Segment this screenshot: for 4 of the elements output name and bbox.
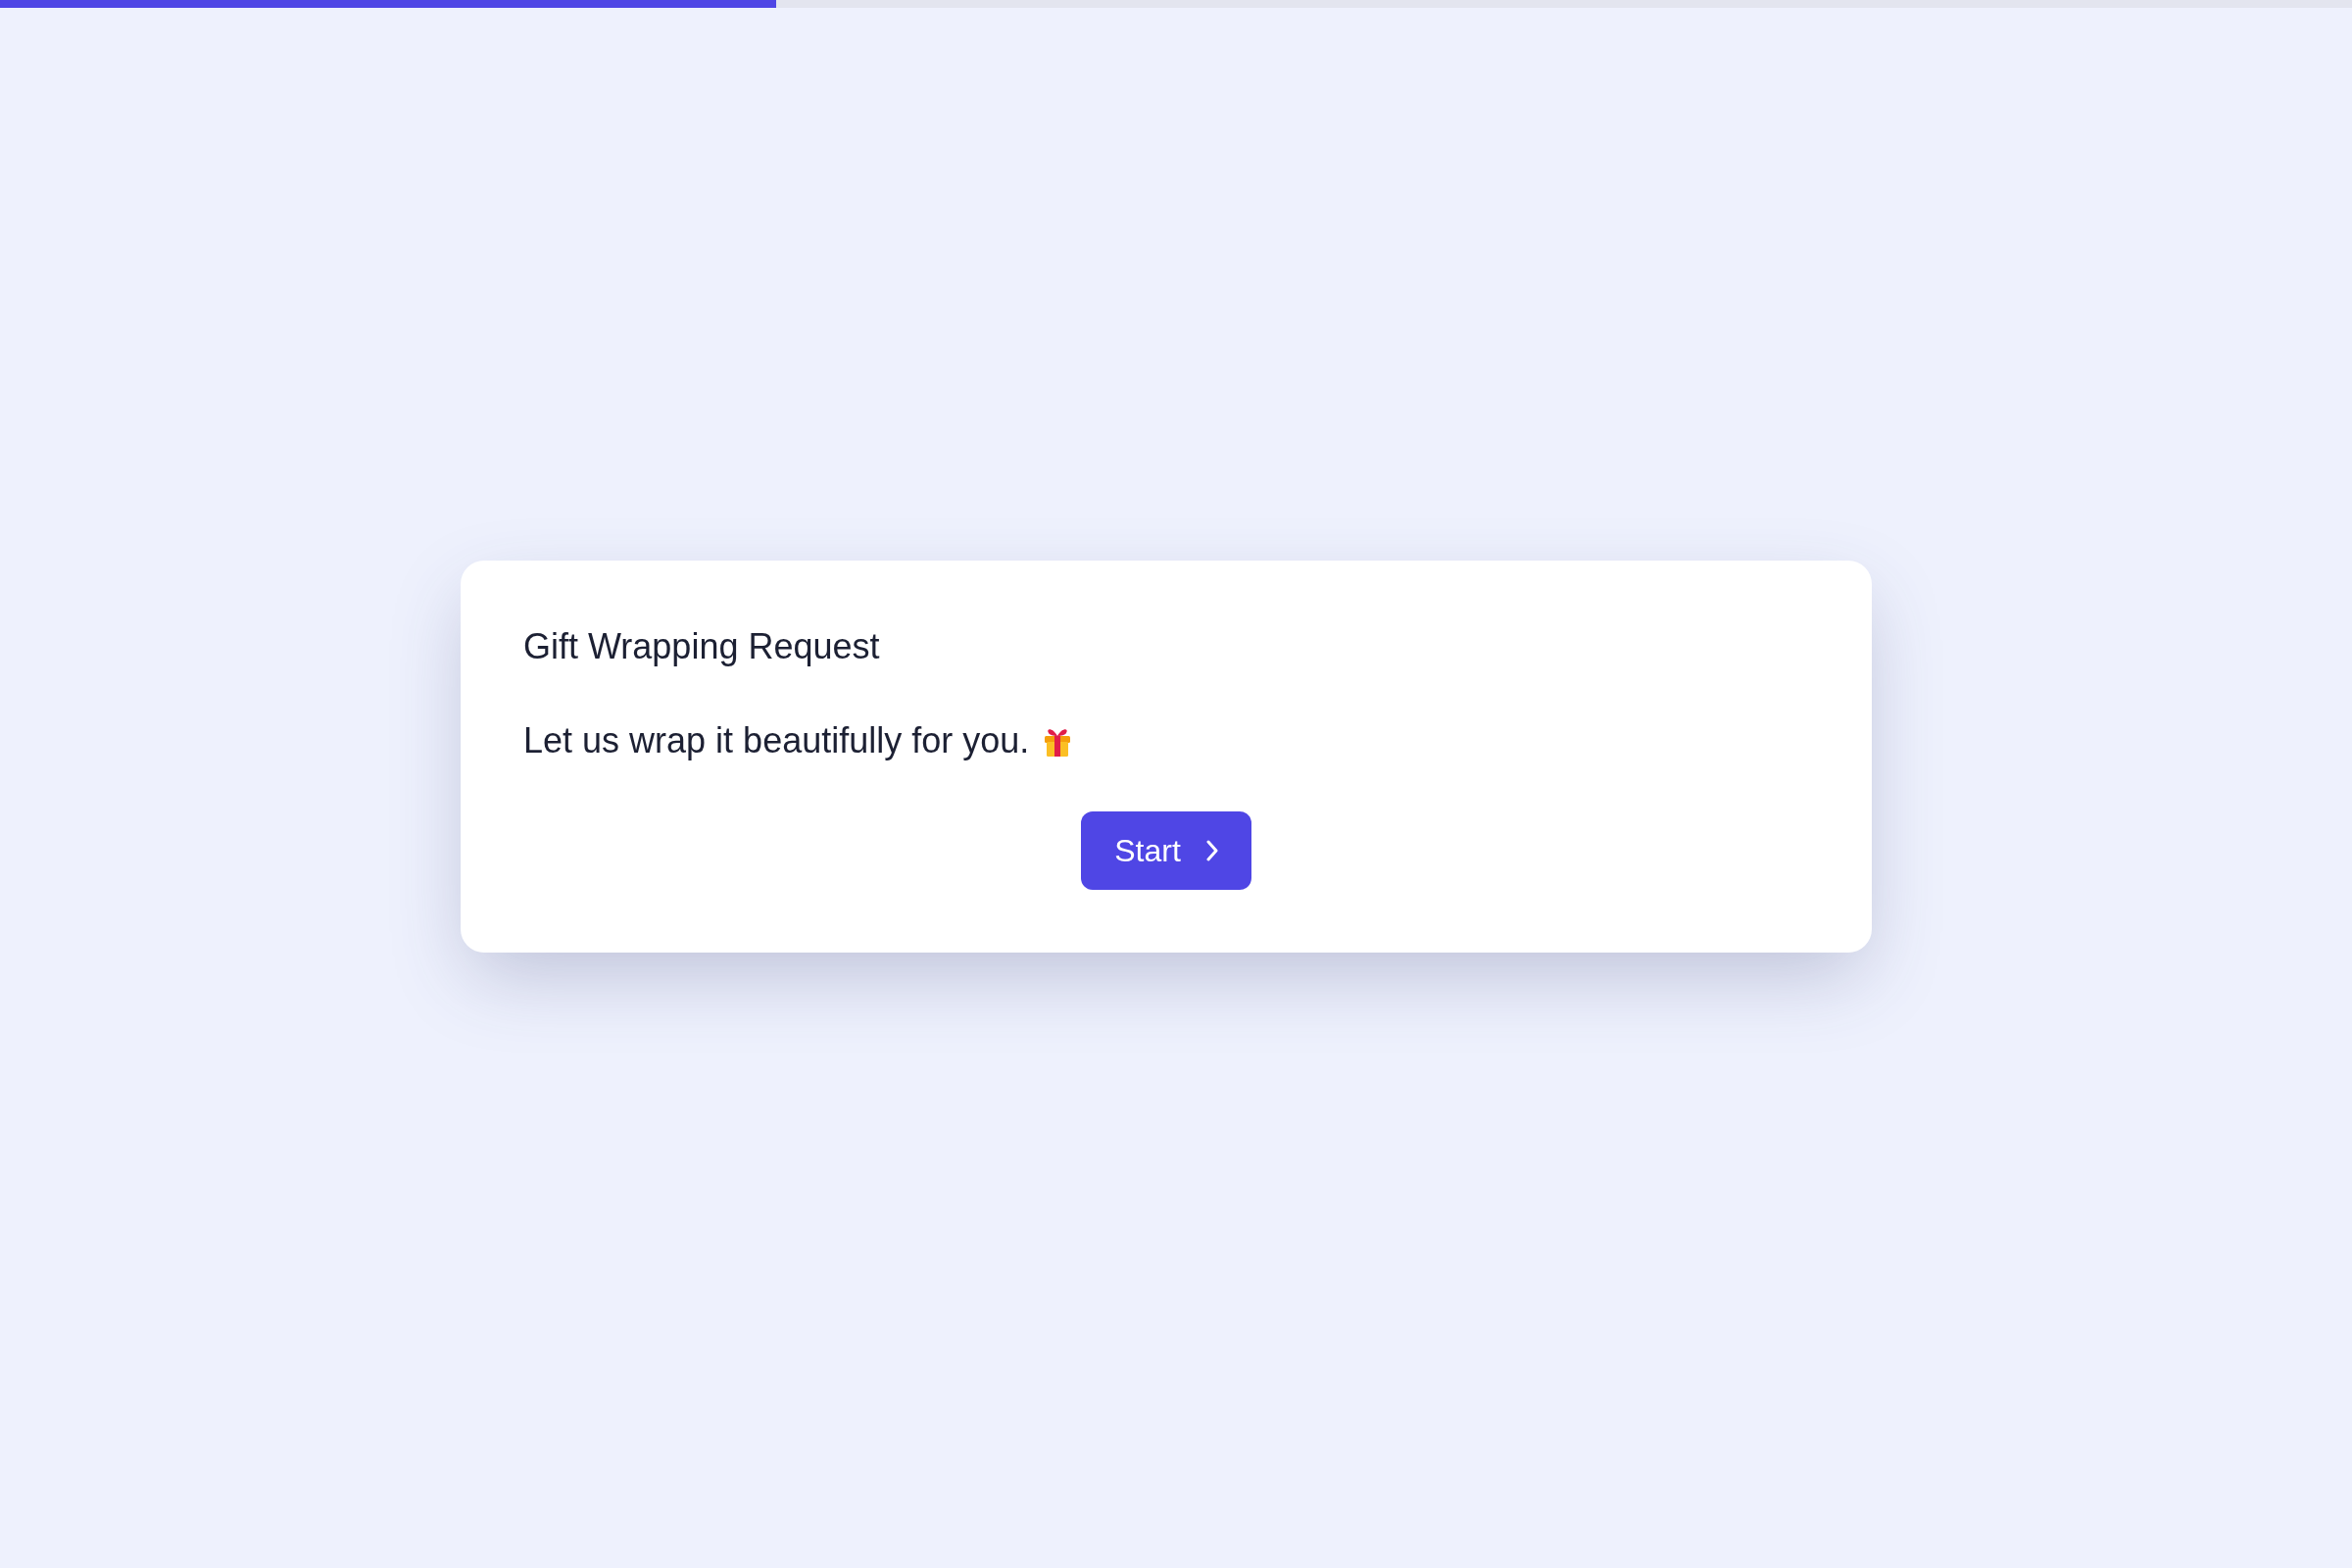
card-title: Gift Wrapping Request (523, 625, 880, 668)
chevron-right-icon (1205, 840, 1218, 861)
start-button[interactable]: Start (1081, 811, 1251, 890)
card-message: Let us wrap it beautifully for you. (523, 719, 1030, 762)
